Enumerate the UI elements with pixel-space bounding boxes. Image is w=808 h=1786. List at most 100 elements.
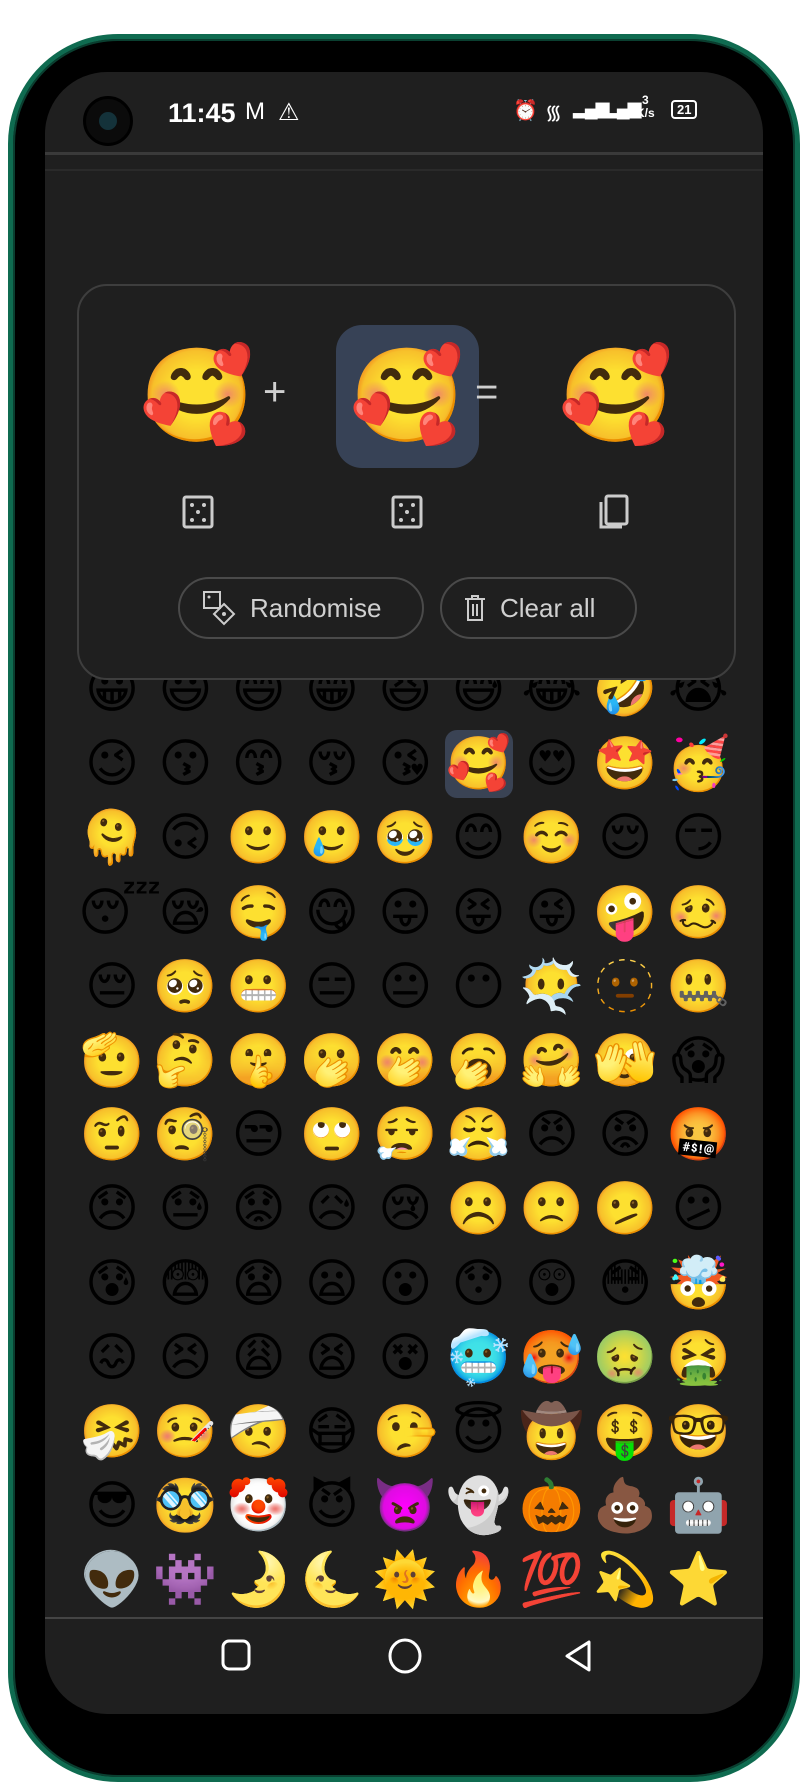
- emoji-cell[interactable]: 😒: [225, 1101, 293, 1169]
- emoji-cell[interactable]: 🙂: [225, 804, 293, 872]
- randomise-button[interactable]: Randomise: [178, 577, 424, 639]
- recents-button[interactable]: [219, 1638, 253, 1672]
- emoji-cell[interactable]: 🤗: [518, 1027, 586, 1095]
- emoji-cell[interactable]: 🤢: [591, 1324, 659, 1392]
- emoji-cell[interactable]: 🤐: [664, 953, 732, 1021]
- emoji-cell[interactable]: 👽: [78, 1546, 146, 1614]
- emoji-cell[interactable]: 😶‍🌫️: [518, 953, 586, 1021]
- emoji-cell[interactable]: 🤬: [664, 1101, 732, 1169]
- emoji-cell[interactable]: 😣: [151, 1324, 219, 1392]
- emoji-cell[interactable]: 😵: [371, 1324, 439, 1392]
- emoji-cell[interactable]: 👾: [151, 1546, 219, 1614]
- emoji-cell[interactable]: 🙁: [518, 1175, 586, 1243]
- emoji-cell[interactable]: 🥹: [371, 804, 439, 872]
- emoji-cell[interactable]: 😊: [445, 804, 513, 872]
- emoji-cell[interactable]: 🤠: [518, 1398, 586, 1466]
- emoji-cell[interactable]: 👻: [445, 1472, 513, 1540]
- emoji-cell[interactable]: 😉: [78, 730, 146, 798]
- emoji-cell[interactable]: 😔: [78, 953, 146, 1021]
- emoji-cell[interactable]: 😈: [298, 1472, 366, 1540]
- emoji-cell[interactable]: 😑: [298, 953, 366, 1021]
- emoji-cell[interactable]: 🌞: [371, 1546, 439, 1614]
- emoji-cell[interactable]: 🥵: [518, 1324, 586, 1392]
- emoji-cell[interactable]: 🥲: [298, 804, 366, 872]
- copy-icon[interactable]: [598, 494, 630, 530]
- emoji-cell[interactable]: 😟: [225, 1175, 293, 1243]
- emoji-cell[interactable]: 😳: [591, 1250, 659, 1318]
- emoji-cell[interactable]: 😰: [78, 1250, 146, 1318]
- emoji-cell[interactable]: 🔥: [445, 1546, 513, 1614]
- emoji-cell[interactable]: 😓: [151, 1175, 219, 1243]
- emoji-cell[interactable]: 😍: [518, 730, 586, 798]
- second-emoji[interactable]: 🥰: [347, 341, 467, 451]
- emoji-cell[interactable]: 😢: [371, 1175, 439, 1243]
- emoji-cell[interactable]: 😫: [298, 1324, 366, 1392]
- emoji-cell[interactable]: 💩: [591, 1472, 659, 1540]
- emoji-cell[interactable]: 🙄: [298, 1101, 366, 1169]
- emoji-cell[interactable]: 😯: [445, 1250, 513, 1318]
- emoji-cell[interactable]: 😲: [518, 1250, 586, 1318]
- emoji-cell[interactable]: 😪: [151, 879, 219, 947]
- emoji-cell[interactable]: 🤖: [664, 1472, 732, 1540]
- emoji-cell[interactable]: 🫣: [591, 1027, 659, 1095]
- emoji-cell[interactable]: 🤯: [664, 1250, 732, 1318]
- result-emoji[interactable]: 🥰: [556, 341, 676, 451]
- emoji-cell[interactable]: 🤨: [78, 1101, 146, 1169]
- emoji-cell[interactable]: 🤥: [371, 1398, 439, 1466]
- emoji-cell[interactable]: 😏: [664, 804, 732, 872]
- emoji-cell[interactable]: 🤔: [151, 1027, 219, 1095]
- emoji-cell[interactable]: 😧: [225, 1250, 293, 1318]
- emoji-cell[interactable]: 😘: [371, 730, 439, 798]
- emoji-cell[interactable]: 😶: [445, 953, 513, 1021]
- emoji-cell[interactable]: 🤫: [225, 1027, 293, 1095]
- emoji-cell[interactable]: 🤓: [664, 1398, 732, 1466]
- emoji-cell[interactable]: 😖: [78, 1324, 146, 1392]
- emoji-cell[interactable]: 🥺: [151, 953, 219, 1021]
- clear-all-button[interactable]: Clear all: [440, 577, 637, 639]
- emoji-cell[interactable]: 🤧: [78, 1398, 146, 1466]
- emoji-cell[interactable]: 😐: [371, 953, 439, 1021]
- emoji-cell[interactable]: 😜: [518, 879, 586, 947]
- dice-icon[interactable]: [182, 494, 214, 530]
- emoji-cell[interactable]: 🤭: [371, 1027, 439, 1095]
- emoji-cell[interactable]: 🥳: [664, 730, 732, 798]
- first-emoji-slot[interactable]: 🥰: [137, 341, 257, 451]
- emoji-cell[interactable]: 😇: [445, 1398, 513, 1466]
- emoji-cell[interactable]: 🌜: [298, 1546, 366, 1614]
- emoji-cell[interactable]: 😚: [298, 730, 366, 798]
- emoji-cell[interactable]: 😥: [298, 1175, 366, 1243]
- emoji-cell[interactable]: 🤤: [225, 879, 293, 947]
- emoji-cell[interactable]: 😬: [225, 953, 293, 1021]
- emoji-cell[interactable]: ☹️: [445, 1175, 513, 1243]
- emoji-cell[interactable]: 😋: [298, 879, 366, 947]
- emoji-cell[interactable]: 😷: [298, 1398, 366, 1466]
- emoji-cell[interactable]: 🫡: [78, 1027, 146, 1095]
- emoji-cell[interactable]: ☺️: [518, 804, 586, 872]
- emoji-cell[interactable]: 😱: [664, 1027, 732, 1095]
- emoji-cell[interactable]: 🤑: [591, 1398, 659, 1466]
- emoji-cell[interactable]: ⭐: [664, 1546, 732, 1614]
- emoji-cell[interactable]: 😗: [151, 730, 219, 798]
- emoji-cell[interactable]: 😮‍💨: [371, 1101, 439, 1169]
- emoji-cell[interactable]: 🤒: [151, 1398, 219, 1466]
- emoji-cell[interactable]: 💫: [591, 1546, 659, 1614]
- emoji-cell[interactable]: 😮: [371, 1250, 439, 1318]
- emoji-cell[interactable]: 😕: [664, 1175, 732, 1243]
- emoji-cell[interactable]: 😞: [78, 1175, 146, 1243]
- emoji-cell[interactable]: 👿: [371, 1472, 439, 1540]
- emoji-cell[interactable]: 😎: [78, 1472, 146, 1540]
- emoji-cell[interactable]: 🙃: [151, 804, 219, 872]
- emoji-cell[interactable]: 😨: [151, 1250, 219, 1318]
- emoji-cell[interactable]: 🤡: [225, 1472, 293, 1540]
- emoji-cell[interactable]: 🥸: [151, 1472, 219, 1540]
- emoji-cell[interactable]: 🫥: [591, 953, 659, 1021]
- emoji-cell[interactable]: 🤕: [225, 1398, 293, 1466]
- emoji-cell[interactable]: 🫤: [591, 1175, 659, 1243]
- emoji-cell[interactable]: 🤩: [591, 730, 659, 798]
- emoji-cell[interactable]: 🥰: [444, 730, 513, 799]
- emoji-cell[interactable]: 😦: [298, 1250, 366, 1318]
- emoji-cell[interactable]: 😌: [591, 804, 659, 872]
- emoji-cell[interactable]: 🫠: [78, 804, 146, 872]
- emoji-cell[interactable]: 😙: [225, 730, 293, 798]
- emoji-cell[interactable]: 😝: [445, 879, 513, 947]
